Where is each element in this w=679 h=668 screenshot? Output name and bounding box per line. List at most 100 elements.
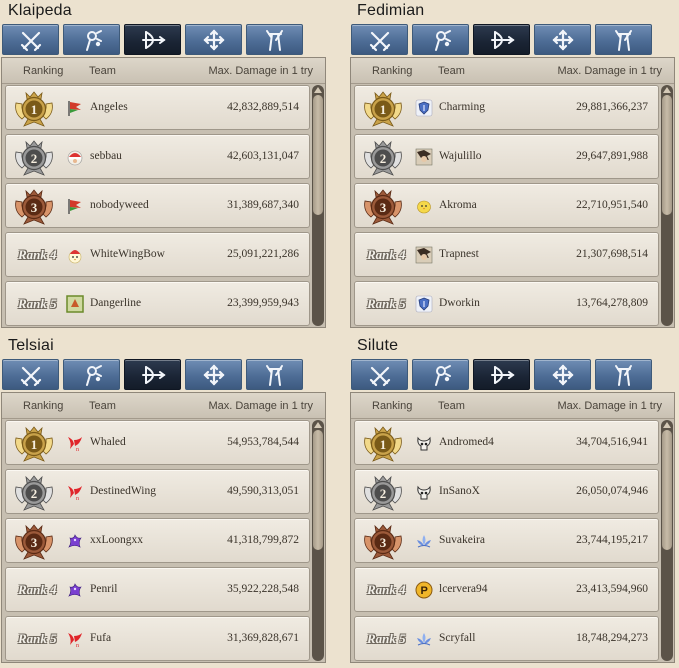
table-row[interactable]: Rank 4 Plcervera94 23,413,594,960 <box>354 567 659 612</box>
medal-number: 3 <box>380 535 387 550</box>
swords-icon <box>369 366 390 386</box>
scrollbar[interactable] <box>312 85 324 326</box>
tab-wizard-staff[interactable] <box>412 359 469 390</box>
team-name: Andromed4 <box>439 436 494 448</box>
header-team: Team <box>89 400 116 412</box>
tab-bow[interactable] <box>473 359 530 390</box>
table-row[interactable]: 3 Akroma 22,710,951,540 <box>354 183 659 228</box>
tab-bow[interactable] <box>124 24 181 55</box>
scroll-thumb[interactable] <box>662 95 672 215</box>
header-team: Team <box>438 65 465 77</box>
red-green-flag-icon <box>68 199 81 214</box>
table-row[interactable]: 1 Charming 29,881,366,237 <box>354 85 659 130</box>
tab-scout-tower[interactable] <box>595 359 652 390</box>
tab-swords[interactable] <box>351 24 408 55</box>
scroll-up-arrow-icon[interactable] <box>663 422 671 428</box>
svg-text:n: n <box>76 643 79 648</box>
panel-fedimian: Fedimian Ranking Team Max. Damage in 1 try 1… <box>349 0 677 333</box>
tab-cross-cleric[interactable] <box>185 359 242 390</box>
tab-swords[interactable] <box>2 359 59 390</box>
tab-bow[interactable] <box>124 359 181 390</box>
table-row[interactable]: 1 Angeles 42,832,889,514 <box>5 85 310 130</box>
tab-scout-tower[interactable] <box>246 24 303 55</box>
scroll-thumb[interactable] <box>313 430 323 550</box>
table-row[interactable]: 2 InSanoX 26,050,074,946 <box>354 469 659 514</box>
scroll-up-arrow-icon[interactable] <box>314 422 322 428</box>
max-damage: 29,647,891,988 <box>576 150 648 162</box>
team-name: WhiteWingBow <box>90 248 165 260</box>
scroll-up-arrow-icon[interactable] <box>663 87 671 93</box>
tab-cross-cleric[interactable] <box>534 359 591 390</box>
bronze-medal-icon: 3 <box>15 189 53 225</box>
tab-cross-cleric[interactable] <box>185 24 242 55</box>
table-row[interactable]: 3 xxLoongxx 41,318,799,872 <box>5 518 310 563</box>
header-ranking: Ranking <box>372 400 413 412</box>
blue-shield-icon <box>415 99 433 117</box>
gold-medal-icon: 1 <box>364 91 402 127</box>
tab-wizard-staff[interactable] <box>63 359 120 390</box>
svg-text:P: P <box>421 585 428 597</box>
tab-swords[interactable] <box>351 359 408 390</box>
scrollbar[interactable] <box>661 85 673 326</box>
max-damage: 23,744,195,217 <box>576 534 648 546</box>
rank-label: Rank 5 <box>18 296 57 311</box>
character-portrait-icon <box>415 246 433 264</box>
medal-number: 2 <box>31 486 38 501</box>
table-row[interactable]: Rank 5 Scryfall 18,748,294,273 <box>354 616 659 661</box>
tab-wizard-staff[interactable] <box>63 24 120 55</box>
server-name: Fedimian <box>357 2 425 19</box>
header-ranking: Ranking <box>372 65 413 77</box>
class-tabs <box>351 359 652 390</box>
scroll-thumb[interactable] <box>313 95 323 215</box>
bronze-medal-icon: 3 <box>15 524 53 560</box>
table-row[interactable]: Rank 5 Dworkin 13,764,278,809 <box>354 281 659 326</box>
server-name: Klaipeda <box>8 2 72 19</box>
max-damage: 42,603,131,047 <box>227 150 299 162</box>
table-row[interactable]: 1 n Whaled 54,953,784,544 <box>5 420 310 465</box>
gold-medal-icon: 1 <box>364 426 402 462</box>
blue-lotus-icon <box>417 633 431 646</box>
max-damage: 26,050,074,946 <box>576 485 648 497</box>
table-row[interactable]: Rank 4 Trapnest 21,307,698,514 <box>354 232 659 277</box>
max-damage: 18,748,294,273 <box>576 632 648 644</box>
table-row[interactable]: Rank 5 Dangerline 23,399,959,943 <box>5 281 310 326</box>
scroll-up-arrow-icon[interactable] <box>314 87 322 93</box>
table-row[interactable]: Rank 4 WhiteWingBow 25,091,221,286 <box>5 232 310 277</box>
tab-swords[interactable] <box>2 24 59 55</box>
scroll-thumb[interactable] <box>662 430 672 550</box>
table-row[interactable]: 2 sebbau 42,603,131,047 <box>5 134 310 179</box>
max-damage: 34,704,516,941 <box>576 436 648 448</box>
table-row[interactable]: Rank 4 Penril 35,922,228,548 <box>5 567 310 612</box>
table-row[interactable]: 2 n DestinedWing 49,590,313,051 <box>5 469 310 514</box>
silver-medal-icon: 2 <box>364 140 402 176</box>
swords-icon <box>369 31 390 51</box>
table-row[interactable]: 1 Andromed4 34,704,516,941 <box>354 420 659 465</box>
table-row[interactable]: 2 Wajulillo 29,647,891,988 <box>354 134 659 179</box>
tab-wizard-staff[interactable] <box>412 24 469 55</box>
bow-icon <box>141 365 166 384</box>
table-row[interactable]: Rank 5 n Fufa 31,369,828,671 <box>5 616 310 661</box>
team-name: Whaled <box>90 436 126 448</box>
max-damage: 29,881,366,237 <box>576 101 648 113</box>
scrollbar[interactable] <box>661 420 673 661</box>
character-portrait-icon <box>415 148 433 166</box>
table-row[interactable]: 3 Suvakeira 23,744,195,217 <box>354 518 659 563</box>
table-row[interactable]: 3 nobodyweed 31,389,687,340 <box>5 183 310 228</box>
team-name: xxLoongxx <box>90 534 144 546</box>
header-damage: Max. Damage in 1 try <box>557 65 662 77</box>
svg-text:n: n <box>76 496 79 501</box>
rank-label: Rank 4 <box>18 247 57 262</box>
tab-cross-cleric[interactable] <box>534 24 591 55</box>
class-tabs <box>2 24 303 55</box>
tab-bow[interactable] <box>473 24 530 55</box>
team-name: lcervera94 <box>439 583 488 595</box>
ranking-table: Ranking Team Max. Damage in 1 try 1 Andromed… <box>350 392 675 663</box>
gold-medal-icon: 1 <box>15 426 53 462</box>
silver-medal-icon: 2 <box>15 475 53 511</box>
tab-scout-tower[interactable] <box>595 24 652 55</box>
scrollbar[interactable] <box>312 420 324 661</box>
max-damage: 31,389,687,340 <box>227 199 299 211</box>
medal-number: 3 <box>380 200 387 215</box>
swords-icon <box>20 31 41 51</box>
tab-scout-tower[interactable] <box>246 359 303 390</box>
